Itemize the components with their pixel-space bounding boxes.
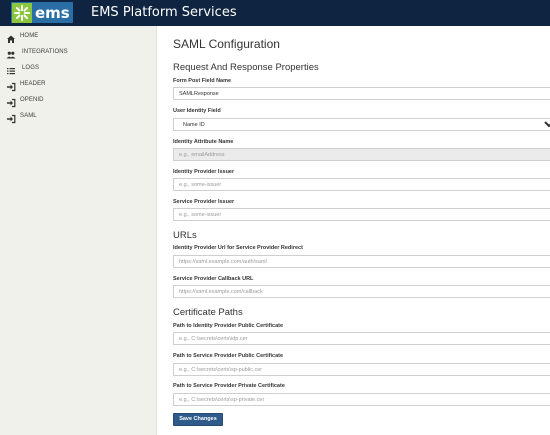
sp-public-cert-path-label: Path to Service Provider Public Certific…	[173, 353, 284, 359]
user-identity-field-label: User Identity Field	[173, 108, 221, 114]
idp-cert-path-input[interactable]	[173, 332, 550, 345]
sign-in-icon	[6, 95, 16, 108]
page-title: SAML Configuration	[173, 37, 280, 51]
section-title-urls: URLs	[173, 230, 197, 241]
identity-attribute-label: Identity Attribute Name	[173, 139, 234, 145]
sp-issuer-label: Service Provider Issuer	[173, 199, 235, 205]
sidebar-item-saml[interactable]: SAML	[0, 108, 157, 124]
section-title-request: Request And Response Properties	[173, 62, 319, 73]
save-changes-button[interactable]: Save Changes	[173, 413, 223, 426]
sidebar-item-home[interactable]: HOME	[0, 28, 157, 44]
ems-logo-mark-icon	[12, 2, 32, 23]
top-bar: ems EMS Platform Services	[0, 0, 550, 26]
idp-cert-path-label: Path to Identity Provider Public Certifi…	[173, 323, 284, 329]
sidebar: HOME INTEGRATIONS LOGS HEADER OPENID SAM…	[0, 26, 157, 435]
sidebar-item-logs[interactable]: LOGS	[0, 60, 157, 76]
sidebar-item-integrations[interactable]: INTEGRATIONS	[0, 44, 157, 60]
sp-private-cert-path-input[interactable]	[173, 393, 550, 406]
idp-issuer-label: Identity Provider Issuer	[173, 169, 235, 175]
identity-attribute-input	[173, 148, 550, 161]
home-icon	[6, 31, 16, 43]
idp-redirect-url-label: Identity Provider Url for Service Provid…	[173, 245, 303, 251]
section-title-certs: Certificate Paths	[173, 307, 243, 318]
sidebar-item-header[interactable]: HEADER	[0, 76, 157, 92]
user-identity-field-select[interactable]: Name ID	[173, 118, 550, 131]
sidebar-item-label: LOGS	[22, 65, 40, 71]
sidebar-item-openid[interactable]: OPENID	[0, 92, 157, 108]
list-icon	[6, 63, 16, 75]
main-content: SAML Configuration Request And Response …	[158, 26, 550, 435]
sidebar-item-label: HEADER	[20, 81, 46, 87]
sp-private-cert-path-label: Path to Service Provider Private Certifi…	[173, 383, 285, 389]
users-icon	[6, 47, 16, 59]
sign-in-icon	[6, 111, 16, 124]
app-title: EMS Platform Services	[91, 5, 237, 20]
sign-in-icon	[6, 79, 16, 92]
sidebar-item-label: OPENID	[20, 97, 44, 103]
idp-issuer-input[interactable]	[173, 178, 550, 191]
sp-callback-url-label: Service Provider Callback URL	[173, 276, 254, 282]
form-post-field-label: Form Post Field Name	[173, 78, 232, 84]
logo-text: ems	[35, 3, 70, 22]
form-post-field-input[interactable]	[173, 87, 550, 100]
sp-public-cert-path-input[interactable]	[173, 363, 550, 376]
sidebar-item-label: INTEGRATIONS	[22, 49, 68, 55]
sidebar-item-label: HOME	[20, 33, 39, 39]
sp-callback-url-input[interactable]	[173, 285, 550, 298]
sp-issuer-input[interactable]	[173, 208, 550, 221]
ems-logo[interactable]: ems	[11, 2, 73, 23]
idp-redirect-url-input[interactable]	[173, 255, 550, 268]
sidebar-item-label: SAML	[20, 113, 37, 119]
